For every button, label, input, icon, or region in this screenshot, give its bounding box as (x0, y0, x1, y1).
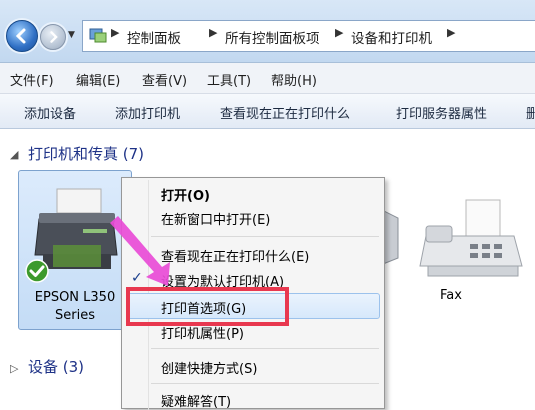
annotation-highlight-box (126, 287, 289, 326)
annotation-arrow (110, 216, 170, 286)
